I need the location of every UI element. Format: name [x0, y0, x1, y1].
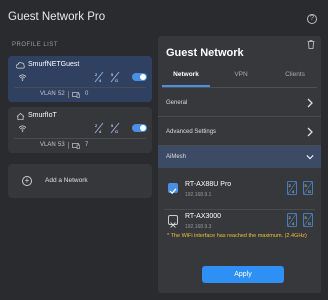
card-divider	[14, 138, 146, 139]
advanced-settings-label: Advanced Settings	[166, 129, 217, 135]
help-icon[interactable]: ?	[307, 14, 317, 24]
profile-toggle[interactable]	[132, 124, 147, 132]
svg-text:2: 2	[95, 72, 98, 77]
node-checkbox[interactable]	[168, 215, 178, 228]
card-divider	[14, 87, 146, 88]
plus-icon: +	[22, 176, 32, 186]
svg-text:G: G	[308, 189, 311, 194]
vlan-label: VLAN	[40, 91, 56, 97]
svg-text:5: 5	[111, 123, 114, 128]
guest-network-panel: Guest Network Network VPN Clients Genera…	[158, 36, 321, 293]
chevron-right-icon	[307, 98, 313, 108]
band-2g-icon: 24	[287, 213, 297, 227]
svg-text:4: 4	[99, 78, 102, 83]
svg-text:5: 5	[111, 72, 114, 77]
svg-text:2: 2	[289, 183, 292, 188]
device-icon	[72, 143, 80, 149]
svg-text:4: 4	[292, 189, 295, 194]
vlan-value: 53	[58, 142, 65, 148]
tab-baseline	[162, 87, 317, 88]
chevron-right-icon	[307, 127, 313, 137]
profile-toggle[interactable]	[132, 73, 147, 81]
svg-text:2: 2	[289, 215, 292, 220]
separator	[68, 91, 69, 98]
add-network-button[interactable]: + Add a Network	[8, 164, 152, 198]
profile-list-label: PROFILE LIST	[12, 42, 59, 48]
wifi-icon	[18, 125, 27, 132]
svg-text:5: 5	[305, 215, 308, 220]
tab-vpn[interactable]: VPN	[218, 71, 264, 78]
aimesh-header[interactable]: AiMesh	[158, 146, 321, 168]
chevron-down-icon	[306, 155, 314, 160]
svg-text:4: 4	[99, 129, 102, 134]
tab-network[interactable]: Network	[162, 71, 210, 78]
tab-clients[interactable]: Clients	[272, 71, 318, 78]
aimesh-node: RT-AX88U Pro 192.168.9.1 24 5G	[158, 174, 321, 210]
home-icon	[16, 113, 25, 120]
band-5g-icon: 5G	[303, 213, 313, 227]
svg-text:2: 2	[95, 123, 98, 128]
band-5g-icon: 5G	[110, 71, 120, 83]
svg-text:G: G	[115, 78, 118, 83]
band-2g-icon: 24	[94, 122, 104, 134]
svg-text:G: G	[115, 129, 118, 134]
app-title: Guest Network Pro	[8, 11, 106, 23]
advanced-settings-row[interactable]: Advanced Settings	[158, 118, 321, 146]
band-5g-icon: 5G	[303, 181, 313, 195]
aimesh-label: AiMesh	[166, 154, 187, 160]
separator	[68, 142, 69, 149]
trash-icon[interactable]	[307, 40, 315, 49]
band-2g-icon: 24	[287, 181, 297, 195]
profile-card-smurfnetguest[interactable]: SmurfNETGuest 24 5G VLAN 52 0	[8, 56, 152, 102]
general-row[interactable]: General	[158, 89, 321, 117]
svg-text:4: 4	[292, 221, 295, 226]
wifi-icon	[18, 74, 27, 81]
cloud-icon	[16, 62, 25, 69]
device-count: 7	[85, 142, 89, 148]
close-icon	[170, 222, 176, 228]
top-bar: Guest Network Pro ?	[0, 0, 328, 36]
svg-text:G: G	[308, 221, 311, 226]
device-count: 0	[85, 91, 89, 97]
add-network-label: Add a Network	[45, 177, 88, 184]
profile-name: SmurfNETGuest	[28, 61, 80, 68]
profile-card-smurfiot[interactable]: SmurfIoT 24 5G VLAN 53 7	[8, 107, 152, 153]
max-interface-warning: * The WiFi interface has reached the max…	[167, 233, 307, 239]
general-label: General	[166, 100, 188, 106]
check-icon	[169, 188, 177, 195]
node-ip: 192.168.9.3	[185, 224, 212, 230]
node-ip: 192.168.9.1	[185, 192, 212, 198]
vlan-value: 52	[58, 91, 65, 97]
device-icon	[72, 92, 80, 98]
svg-text:5: 5	[305, 183, 308, 188]
panel-title: Guest Network	[166, 47, 244, 59]
vlan-label: VLAN	[40, 142, 56, 148]
node-name: RT-AX3000	[185, 213, 222, 220]
band-2g-icon: 24	[94, 71, 104, 83]
tab-active-indicator	[162, 85, 210, 87]
node-name: RT-AX88U Pro	[185, 181, 232, 188]
apply-button[interactable]: Apply	[202, 266, 284, 283]
node-checkbox[interactable]	[168, 183, 178, 195]
profile-name: SmurfIoT	[28, 112, 57, 119]
band-5g-icon: 5G	[110, 122, 120, 134]
